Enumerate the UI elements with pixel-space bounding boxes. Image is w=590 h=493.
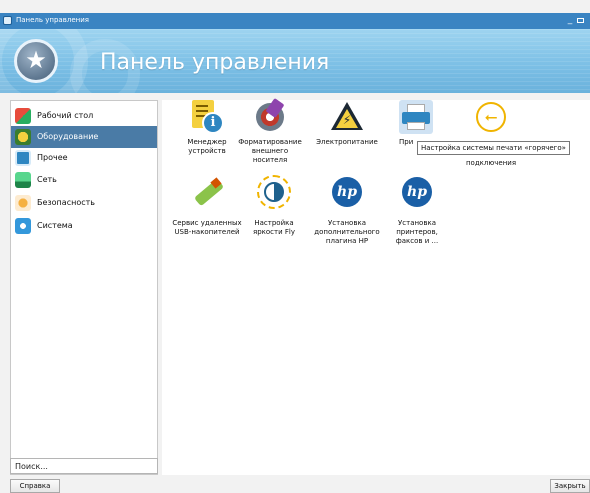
applet-label: Электропитание — [316, 138, 378, 146]
hardware-icon — [15, 129, 31, 145]
applet-label: Сервис удаленных USB-накопителей — [172, 219, 242, 236]
system-icon — [15, 218, 31, 234]
header-banner: ★ Панель управления — [0, 29, 590, 93]
usb-glyph: ⭠ — [476, 102, 506, 132]
sidebar-item-hardware[interactable]: Оборудование — [11, 126, 157, 148]
tooltip: Настройка системы печати «горячего» — [417, 141, 570, 155]
close-button[interactable]: Закрыть — [550, 479, 590, 493]
applet-format-media[interactable]: Форматирование внешнего носителя — [235, 98, 305, 165]
applet-power[interactable]: ⚡ Электропитание — [312, 100, 382, 147]
sidebar-item-system[interactable]: Система — [11, 215, 157, 237]
sidebar-item-label: Система — [37, 221, 73, 230]
star-icon: ★ — [14, 39, 58, 83]
applet-device-manager[interactable]: i Менеджер устройств — [172, 100, 242, 156]
applet-usb-service[interactable]: Сервис удаленных USB-накопителей — [172, 175, 242, 237]
usb-hotplug-icon: ⭠ — [474, 100, 508, 134]
app-icon — [3, 16, 12, 25]
applet-grid: i Менеджер устройств Форматирование внеш… — [162, 98, 590, 475]
device-manager-icon: i — [190, 100, 224, 134]
sidebar-item-label: Оборудование — [37, 132, 99, 141]
hp-logo-glyph: hp — [402, 177, 432, 207]
sidebar-item-network[interactable]: Сеть — [11, 169, 157, 191]
sidebar-item-label: Прочее — [37, 153, 68, 162]
applet-brightness[interactable]: Настройка яркости Fly — [239, 175, 309, 237]
format-media-icon — [253, 98, 287, 134]
control-panel-window: Панель управления _ ★ Панель управления … — [0, 0, 590, 493]
applet-label: Форматирование внешнего носителя — [238, 138, 302, 164]
category-sidebar: Рабочий стол Оборудование Прочее Сеть Бе… — [10, 100, 158, 475]
applet-hp-plugin[interactable]: hp Установка дополнительного плагина HP — [312, 175, 382, 246]
sidebar-item-security[interactable]: Безопасность — [11, 192, 157, 214]
maximize-button[interactable] — [577, 18, 584, 23]
applet-label: Установка принтеров, факсов и ... — [395, 219, 439, 245]
network-icon — [15, 172, 31, 188]
help-button[interactable]: Справка — [10, 479, 60, 493]
window-title: Панель управления — [16, 16, 89, 24]
printer-icon — [399, 100, 433, 134]
applet-printing[interactable]: При — [381, 100, 451, 147]
search-input[interactable] — [10, 458, 158, 474]
title-bar[interactable]: Панель управления _ — [0, 13, 590, 29]
hp-icon: hp — [330, 175, 364, 209]
sidebar-item-label: Рабочий стол — [37, 111, 94, 120]
power-icon: ⚡ — [330, 100, 364, 134]
desktop-icon — [15, 108, 31, 124]
security-icon — [15, 195, 31, 211]
sidebar-item-desktop[interactable]: Рабочий стол — [11, 105, 157, 127]
applet-label: подключения — [465, 159, 517, 167]
hp-logo-glyph: hp — [332, 177, 362, 207]
other-icon — [15, 150, 31, 166]
minimize-button[interactable]: _ — [565, 14, 575, 27]
sidebar-item-label: Безопасность — [37, 198, 95, 207]
applet-label: Менеджер устройств — [187, 138, 227, 155]
brightness-icon — [257, 175, 291, 209]
hp-icon: hp — [400, 175, 434, 209]
star-glyph: ★ — [25, 46, 47, 74]
applet-label: Установка дополнительного плагина HP — [314, 219, 380, 245]
applet-usb-hotplug[interactable]: ⭠ подключения — [456, 100, 526, 168]
bolt-glyph: ⚡ — [342, 113, 352, 127]
sidebar-item-other[interactable]: Прочее — [11, 147, 157, 169]
applet-label: Настройка яркости Fly — [253, 219, 295, 236]
page-title: Панель управления — [100, 50, 330, 75]
applet-hp-printers[interactable]: hp Установка принтеров, факсов и ... — [382, 175, 452, 246]
usb-stick-icon — [190, 175, 225, 209]
sidebar-item-label: Сеть — [37, 175, 57, 184]
